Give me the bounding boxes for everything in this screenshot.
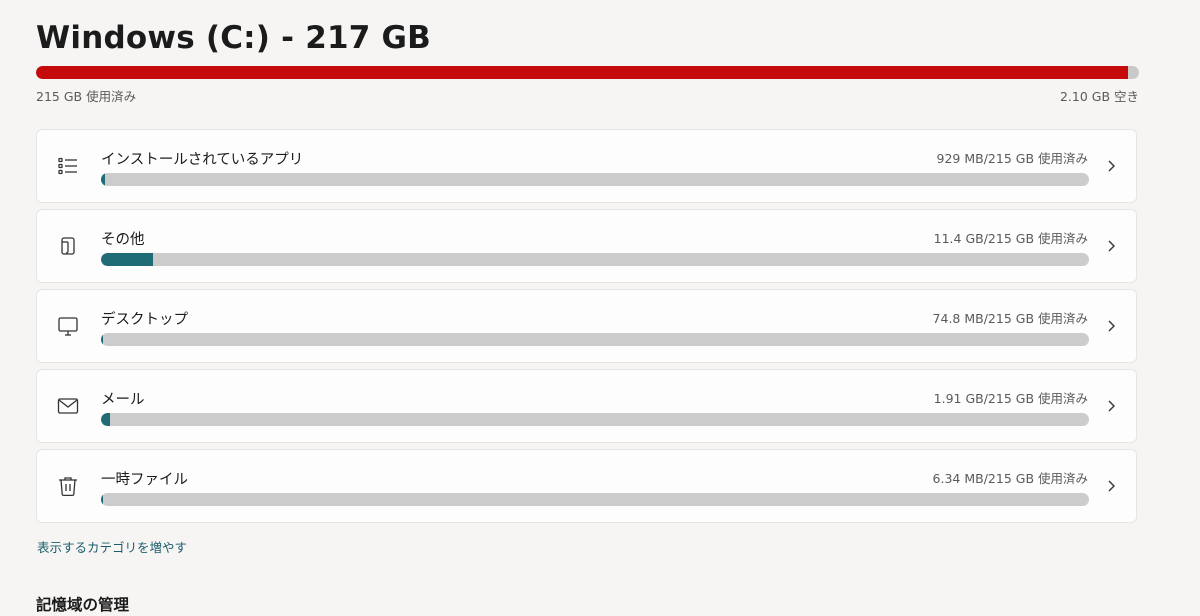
category-temporary-files[interactable]: 一時ファイル 6.34 MB/215 GB 使用済み: [36, 449, 1137, 523]
category-usage: 1.91 GB/215 GB 使用済み: [933, 391, 1088, 406]
category-mail[interactable]: メール 1.91 GB/215 GB 使用済み: [36, 369, 1137, 443]
category-usage: 74.8 MB/215 GB 使用済み: [932, 311, 1088, 326]
category-usage: 929 MB/215 GB 使用済み: [936, 151, 1088, 166]
chevron-right-icon: [1106, 319, 1116, 333]
category-name: インストールされているアプリ: [101, 152, 304, 168]
category-usage-fill: [101, 493, 103, 506]
mail-icon: [56, 394, 80, 418]
category-name: メール: [101, 392, 145, 408]
category-usage-bar: [101, 413, 1089, 426]
category-usage-bar: [101, 333, 1089, 346]
category-usage: 6.34 MB/215 GB 使用済み: [932, 471, 1088, 486]
storage-management-heading: 記憶域の管理: [36, 596, 130, 614]
drive-usage-fill: [36, 66, 1129, 79]
category-usage-fill: [101, 173, 106, 186]
category-name: その他: [101, 232, 145, 248]
category-usage-fill: [101, 413, 110, 426]
drive-usage-bar: [36, 66, 1139, 79]
category-usage-bar: [101, 173, 1089, 186]
category-usage-fill: [101, 253, 154, 266]
chevron-right-icon: [1106, 479, 1116, 493]
chevron-right-icon: [1106, 239, 1116, 253]
drive-free-label: 2.10 GB 空き: [1059, 89, 1139, 104]
category-usage-bar: [101, 493, 1089, 506]
monitor-icon: [56, 314, 80, 338]
category-usage: 11.4 GB/215 GB 使用済み: [933, 231, 1088, 246]
chevron-right-icon: [1106, 399, 1116, 413]
chevron-right-icon: [1106, 159, 1116, 173]
category-desktop[interactable]: デスクトップ 74.8 MB/215 GB 使用済み: [36, 289, 1137, 363]
category-name: 一時ファイル: [101, 472, 188, 488]
category-usage-fill: [101, 333, 103, 346]
category-other[interactable]: その他 11.4 GB/215 GB 使用済み: [36, 209, 1137, 283]
other-files-icon: [56, 234, 80, 258]
drive-title: Windows (C:) - 217 GB: [36, 20, 431, 56]
list-icon: [56, 154, 80, 178]
category-usage-bar: [101, 253, 1089, 266]
category-installed-apps[interactable]: インストールされているアプリ 929 MB/215 GB 使用済み: [36, 129, 1137, 203]
drive-used-label: 215 GB 使用済み: [36, 89, 137, 104]
trash-icon: [56, 474, 80, 498]
category-name: デスクトップ: [101, 312, 188, 328]
show-more-categories-link[interactable]: 表示するカテゴリを増やす: [37, 537, 187, 556]
